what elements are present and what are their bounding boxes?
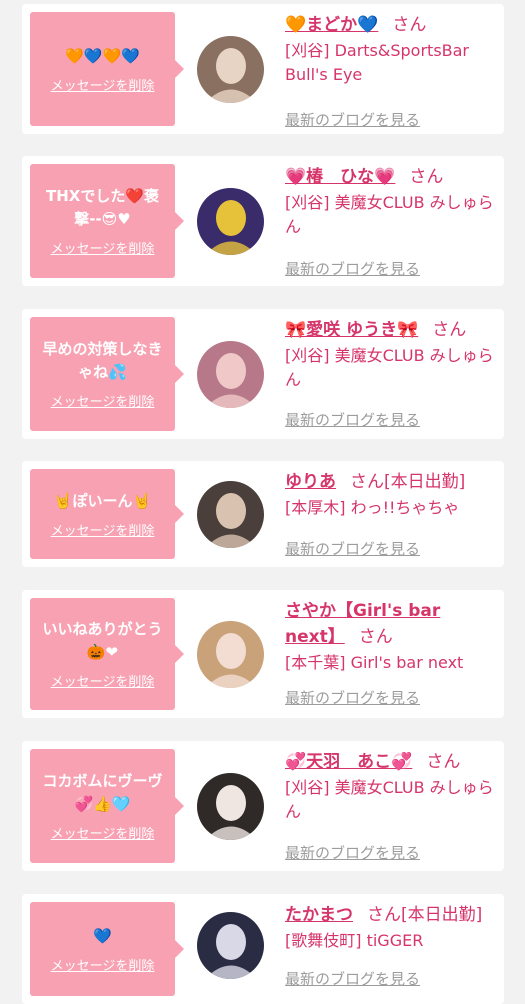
- user-info: たかまつ さん[本日出勤] [歌舞伎町] tiGGER: [285, 902, 497, 953]
- latest-blog-link[interactable]: 最新のブログを見る: [285, 409, 420, 430]
- user-name-link[interactable]: ゆりあ: [285, 472, 336, 492]
- message-card: 早めの対策しなきゃね💦 メッセージを削除 🎀愛咲 ゆうき🎀 さん [刈谷] 美魔女CLU…: [22, 309, 504, 439]
- user-name-link[interactable]: たかまつ: [285, 905, 353, 925]
- delete-message-link[interactable]: メッセージを削除: [51, 75, 155, 94]
- user-info: ゆりあ さん[本日出勤] [本厚木] わっ!!ちゃちゃ: [285, 469, 497, 520]
- delete-message-link[interactable]: メッセージを削除: [51, 520, 155, 539]
- shop-name: [歌舞伎町] tiGGER: [285, 931, 424, 950]
- user-info: さやか【Girl's bar next】 さん [本千葉] Girl's bar n…: [285, 598, 497, 675]
- honorific: さん[本日出勤]: [350, 472, 466, 492]
- name-line: ゆりあ さん[本日出勤]: [285, 469, 497, 495]
- user-name-link[interactable]: 💗椿 ひな💗: [285, 167, 395, 187]
- honorific: さん: [426, 752, 461, 772]
- honorific: さん: [409, 167, 444, 187]
- message-bubble: THXでした❤️褒撃--😎♥ メッセージを削除: [30, 164, 184, 278]
- message-card: コカボムにヴーヴ💞👍🩵 メッセージを削除 💞天羽 あこ💞 さん [刈谷] 美魔女CLUB…: [22, 741, 504, 871]
- latest-blog-link[interactable]: 最新のブログを見る: [285, 968, 420, 989]
- latest-blog-link[interactable]: 最新のブログを見る: [285, 842, 420, 863]
- message-text: 🧡💙🧡💙: [65, 46, 140, 65]
- user-info: 🧡まどか💙 さん [刈谷] Darts&SportsBar Bull's Eye: [285, 12, 497, 87]
- shop-name: [刈谷] 美魔女CLUB みしゅらん: [285, 778, 494, 821]
- delete-message-link[interactable]: メッセージを削除: [51, 238, 155, 257]
- message-text: コカボムにヴーヴ💞👍🩵: [42, 772, 163, 813]
- message-bubble: いいねありがとう🎃❤ メッセージを削除: [30, 598, 184, 710]
- latest-blog-link[interactable]: 最新のブログを見る: [285, 258, 420, 279]
- name-line: たかまつ さん[本日出勤]: [285, 902, 497, 928]
- message-text: 早めの対策しなきゃね💦: [42, 340, 163, 381]
- message-card: 🤘ぽいーん🤘 メッセージを削除 ゆりあ さん[本日出勤] [本厚木] わっ!!ちゃちゃ最…: [22, 461, 504, 567]
- user-name-link[interactable]: 💞天羽 あこ💞: [285, 752, 412, 772]
- delete-message-link[interactable]: メッセージを削除: [51, 391, 155, 410]
- name-line: 💞天羽 あこ💞 さん: [285, 749, 497, 775]
- delete-message-link[interactable]: メッセージを削除: [51, 823, 155, 842]
- honorific: さん[本日出勤]: [367, 905, 483, 925]
- latest-blog-link[interactable]: 最新のブログを見る: [285, 538, 420, 559]
- name-line: 🧡まどか💙 さん: [285, 12, 497, 38]
- avatar[interactable]: [197, 341, 264, 408]
- message-card: THXでした❤️褒撃--😎♥ メッセージを削除 💗椿 ひな💗 さん [刈谷] 美魔女CL…: [22, 156, 504, 286]
- avatar[interactable]: [197, 481, 264, 548]
- name-line: さやか【Girl's bar next】 さん: [285, 598, 497, 650]
- honorific: さん: [432, 320, 467, 340]
- shop-name: [刈谷] 美魔女CLUB みしゅらん: [285, 193, 494, 236]
- shop-name: [刈谷] 美魔女CLUB みしゅらん: [285, 346, 494, 389]
- message-bubble: コカボムにヴーヴ💞👍🩵 メッセージを削除: [30, 749, 184, 863]
- message-bubble: 🧡💙🧡💙 メッセージを削除: [30, 12, 184, 126]
- user-info: 💞天羽 あこ💞 さん [刈谷] 美魔女CLUB みしゅらん: [285, 749, 497, 824]
- message-text: 💙: [93, 926, 112, 945]
- message-text: 🤘ぽいーん🤘: [53, 491, 152, 510]
- message-text: いいねありがとう🎃❤: [42, 620, 163, 661]
- avatar[interactable]: [197, 621, 264, 688]
- user-info: 💗椿 ひな💗 さん [刈谷] 美魔女CLUB みしゅらん: [285, 164, 497, 239]
- message-card: 🧡💙🧡💙 メッセージを削除 🧡まどか💙 さん [刈谷] Darts&SportsBar …: [22, 4, 504, 134]
- name-line: 🎀愛咲 ゆうき🎀 さん: [285, 317, 497, 343]
- shop-name: [本厚木] わっ!!ちゃちゃ: [285, 498, 460, 517]
- honorific: さん: [392, 15, 427, 35]
- message-bubble: 早めの対策しなきゃね💦 メッセージを削除: [30, 317, 184, 431]
- user-name-link[interactable]: 🧡まどか💙: [285, 15, 378, 35]
- delete-message-link[interactable]: メッセージを削除: [51, 955, 155, 974]
- shop-name: [刈谷] Darts&SportsBar Bull's Eye: [285, 41, 470, 84]
- user-name-link[interactable]: 🎀愛咲 ゆうき🎀: [285, 320, 418, 340]
- message-bubble: 🤘ぽいーん🤘 メッセージを削除: [30, 469, 184, 559]
- latest-blog-link[interactable]: 最新のブログを見る: [285, 687, 420, 708]
- name-line: 💗椿 ひな💗 さん: [285, 164, 497, 190]
- delete-message-link[interactable]: メッセージを削除: [51, 671, 155, 690]
- avatar[interactable]: [197, 912, 264, 979]
- message-card: いいねありがとう🎃❤ メッセージを削除 さやか【Girl's bar next】 さん…: [22, 590, 504, 718]
- avatar[interactable]: [197, 188, 264, 255]
- message-card: 💙 メッセージを削除 たかまつ さん[本日出勤] [歌舞伎町] tiGGER 最新のブログ…: [22, 894, 504, 1004]
- honorific: さん: [358, 627, 393, 647]
- avatar[interactable]: [197, 773, 264, 840]
- latest-blog-link[interactable]: 最新のブログを見る: [285, 109, 420, 130]
- message-text: THXでした❤️褒撃--😎♥: [45, 187, 160, 228]
- avatar[interactable]: [197, 36, 264, 103]
- message-bubble: 💙 メッセージを削除: [30, 902, 184, 996]
- user-info: 🎀愛咲 ゆうき🎀 さん [刈谷] 美魔女CLUB みしゅらん: [285, 317, 497, 392]
- shop-name: [本千葉] Girl's bar next: [285, 653, 464, 672]
